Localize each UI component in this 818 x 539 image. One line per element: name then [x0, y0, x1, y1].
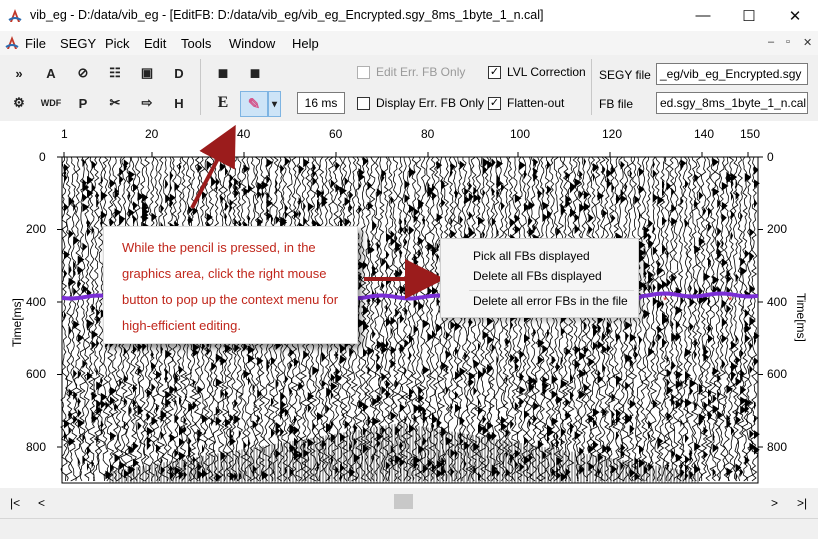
context-menu-separator: [469, 290, 634, 291]
x-tick: 120: [602, 127, 623, 141]
grid-icon[interactable]: ☷: [102, 60, 128, 86]
scroll-right-button[interactable]: >: [771, 496, 778, 510]
mdi-close-icon[interactable]: ✕: [803, 36, 812, 49]
camera-icon[interactable]: ▣: [134, 60, 160, 86]
p-icon[interactable]: P: [70, 90, 96, 116]
fb-file-field[interactable]: ed.sgy_8ms_1byte_1_n.cal: [656, 92, 808, 114]
fb-file-label: FB file: [599, 97, 634, 111]
app-window: vib_eg - D:/data/vib_eg - [EditFB: D:/da…: [0, 0, 818, 539]
wdf-icon[interactable]: WDF: [38, 90, 64, 116]
segy-file-label: SEGY file: [599, 68, 651, 82]
menu-help[interactable]: Help: [292, 36, 319, 51]
horizontal-scrollbar[interactable]: |< < > >|: [0, 488, 818, 518]
y-axis-label-right: Time[ms]: [794, 293, 808, 342]
y-tick: 0: [39, 150, 46, 164]
y-tick: 400: [26, 295, 47, 309]
x-tick: 40: [237, 127, 251, 141]
app-icon: [8, 9, 22, 22]
window-title: vib_eg - D:/data/vib_eg - [EditFB: D:/da…: [30, 8, 544, 22]
minimize-icon: —: [695, 7, 711, 24]
annotation-callout: While the pencil is pressed, in the grap…: [103, 226, 358, 344]
save-as-icon[interactable]: ■: [242, 60, 268, 86]
scroll-end-button[interactable]: >|: [797, 496, 807, 510]
x-tick: 80: [421, 127, 435, 141]
check-icon: ✓: [488, 65, 501, 79]
disk-d-icon[interactable]: D: [166, 60, 192, 86]
y-tick: 200: [26, 222, 47, 236]
close-icon: ✕: [788, 7, 802, 25]
edit-err-fb-only-label: Edit Err. FB Only: [376, 65, 466, 79]
y-tick-right: 800: [767, 440, 788, 454]
x-tick: 20: [145, 127, 159, 141]
ctx-delete-all-error-fbs[interactable]: Delete all error FBs in the file: [473, 294, 628, 308]
scroll-left-button[interactable]: <: [38, 496, 45, 510]
x-tick: 1: [61, 127, 68, 141]
arrow-right-icon[interactable]: ⇨: [134, 90, 160, 116]
scroll-thumb[interactable]: [394, 494, 413, 509]
segy-file-field[interactable]: _eg/vib_eg_Encrypted.sgy: [656, 63, 808, 85]
scroll-home-button[interactable]: |<: [10, 496, 20, 510]
interval-field[interactable]: 16 ms: [297, 92, 345, 114]
toolbar: » A ⊘ ☷ ▣ D ⚙ WDF P ✂ ⇨ H ■ ■ E ✎ ▾ 16 m…: [0, 55, 818, 121]
edit-err-fb-only-checkbox[interactable]: Edit Err. FB Only: [357, 65, 465, 79]
x-tick: 60: [329, 127, 343, 141]
scissors-icon[interactable]: ✂: [102, 90, 128, 116]
display-err-fb-only-checkbox[interactable]: Display Err. FB Only: [357, 96, 484, 110]
flatten-out-checkbox[interactable]: ✓ Flatten-out: [488, 96, 564, 110]
toolbar-separator: [200, 59, 201, 115]
y-tick-right: 600: [767, 367, 788, 381]
h-arrow-icon[interactable]: H: [166, 90, 192, 116]
menu-pick[interactable]: Pick: [105, 36, 130, 51]
y-tick: 600: [26, 367, 47, 381]
y-tick-right: 400: [767, 295, 788, 309]
triangle-a-icon[interactable]: A: [38, 60, 64, 86]
menu-tools[interactable]: Tools: [181, 36, 211, 51]
y-tick-right: 200: [767, 222, 788, 236]
context-menu: Pick all FBs displayed Delete all FBs di…: [440, 238, 639, 318]
app-menu-icon[interactable]: [4, 35, 20, 51]
check-icon: ✓: [488, 96, 501, 110]
ctx-pick-all-fbs[interactable]: Pick all FBs displayed: [473, 249, 590, 263]
x-tick: 140: [694, 127, 715, 141]
x-tick: 100: [510, 127, 531, 141]
pencil-icon[interactable]: ✎: [240, 91, 268, 117]
gear-icon[interactable]: ⚙: [6, 90, 32, 116]
ctx-delete-all-fbs[interactable]: Delete all FBs displayed: [473, 269, 602, 283]
menu-edit[interactable]: Edit: [144, 36, 166, 51]
menu-bar: File SEGY Pick Edit Tools Window Help – …: [0, 31, 818, 55]
status-bar: [0, 518, 818, 539]
flatten-out-label: Flatten-out: [507, 96, 565, 110]
error-fb-mark: *: [728, 295, 733, 307]
menu-window[interactable]: Window: [229, 36, 275, 51]
toolbar-separator: [591, 59, 592, 115]
mdi-minimize-icon[interactable]: –: [768, 36, 774, 48]
edit-e-icon[interactable]: E: [210, 90, 236, 116]
y-tick-right: 0: [767, 150, 774, 164]
minimize-button[interactable]: —: [680, 0, 726, 31]
lvl-correction-checkbox[interactable]: ✓ LVL Correction: [488, 65, 586, 79]
maximize-button[interactable]: ☐: [726, 0, 772, 31]
checkbox-box: [357, 65, 370, 79]
error-fb-mark: *: [663, 295, 668, 307]
title-bar: vib_eg - D:/data/vib_eg - [EditFB: D:/da…: [0, 0, 818, 31]
fast-forward-icon[interactable]: »: [6, 60, 32, 86]
display-err-fb-only-label: Display Err. FB Only: [376, 96, 485, 110]
menu-segy[interactable]: SEGY: [60, 36, 96, 51]
checkbox-box: [357, 96, 370, 110]
save-icon[interactable]: ■: [210, 60, 236, 86]
lock-icon[interactable]: ⊘: [70, 60, 96, 86]
mdi-restore-icon[interactable]: ▫: [786, 36, 790, 48]
lvl-correction-label: LVL Correction: [507, 65, 586, 79]
maximize-icon: ☐: [742, 7, 756, 25]
annotation-text: While the pencil is pressed, in the grap…: [122, 240, 339, 333]
close-button[interactable]: ✕: [772, 0, 818, 31]
y-tick: 800: [26, 440, 47, 454]
pencil-dropdown-icon[interactable]: ▾: [268, 91, 281, 117]
y-axis-label: Time[ms]: [10, 298, 24, 347]
x-tick: 150: [740, 127, 761, 141]
menu-file[interactable]: File: [25, 36, 46, 51]
